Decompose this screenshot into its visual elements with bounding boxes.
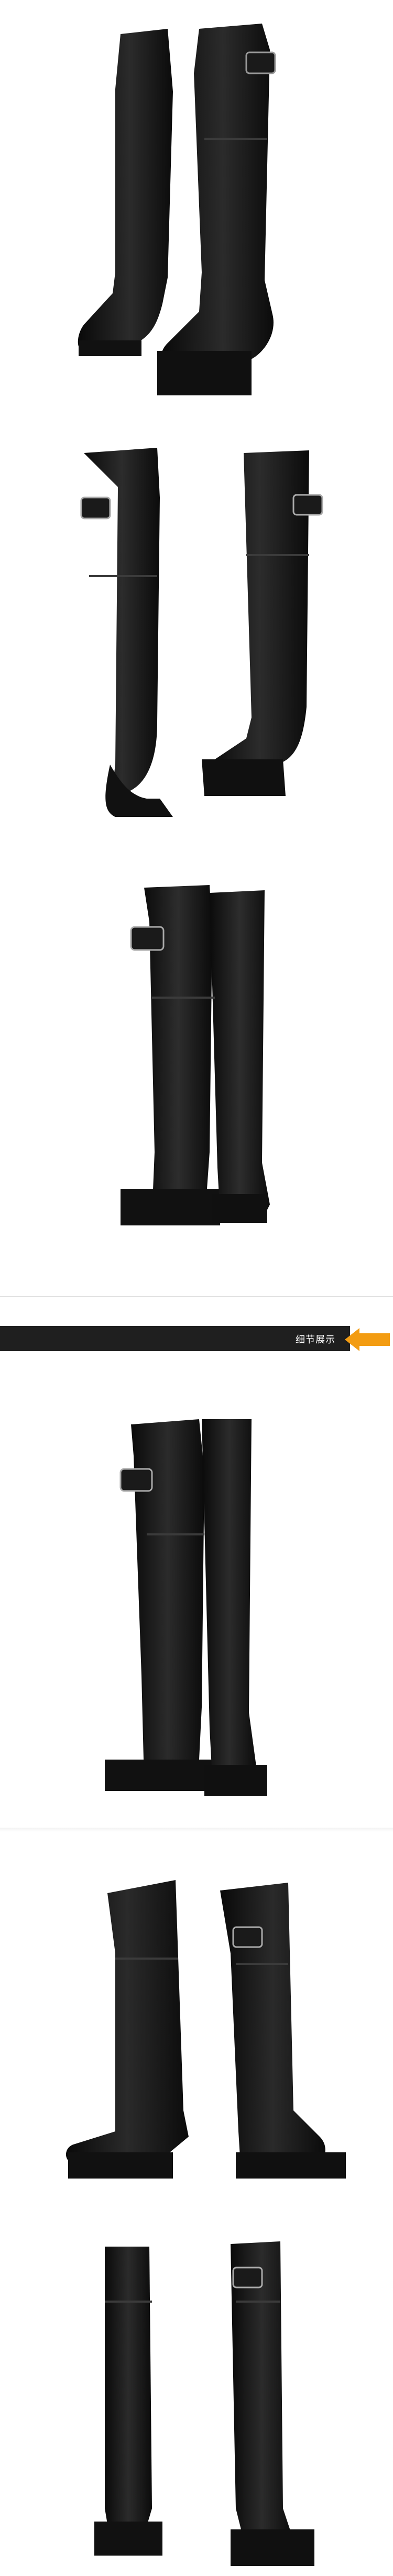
product-photo-1 <box>0 0 393 398</box>
boot-pair-icon <box>94 2241 314 2566</box>
boot-pair-icon <box>66 1880 346 2179</box>
product-photo-2 <box>0 398 393 848</box>
divider <box>0 1296 393 1297</box>
product-photo-3 <box>0 848 393 1262</box>
boot-pair-icon <box>80 448 323 817</box>
photo-shadow <box>0 1828 393 1832</box>
boot-pair-icon <box>105 1419 267 1796</box>
boot-pair-icon <box>121 885 270 1225</box>
arrow-icon <box>345 1328 390 1351</box>
detail-banner: 细节展示 <box>0 1321 393 1355</box>
product-photo-5 <box>0 1838 393 2215</box>
product-photo-6 <box>0 2215 393 2576</box>
product-photo-4 <box>0 1362 393 1838</box>
boot-pair-icon <box>78 24 276 395</box>
banner-title: 细节展示 <box>296 1334 335 1345</box>
